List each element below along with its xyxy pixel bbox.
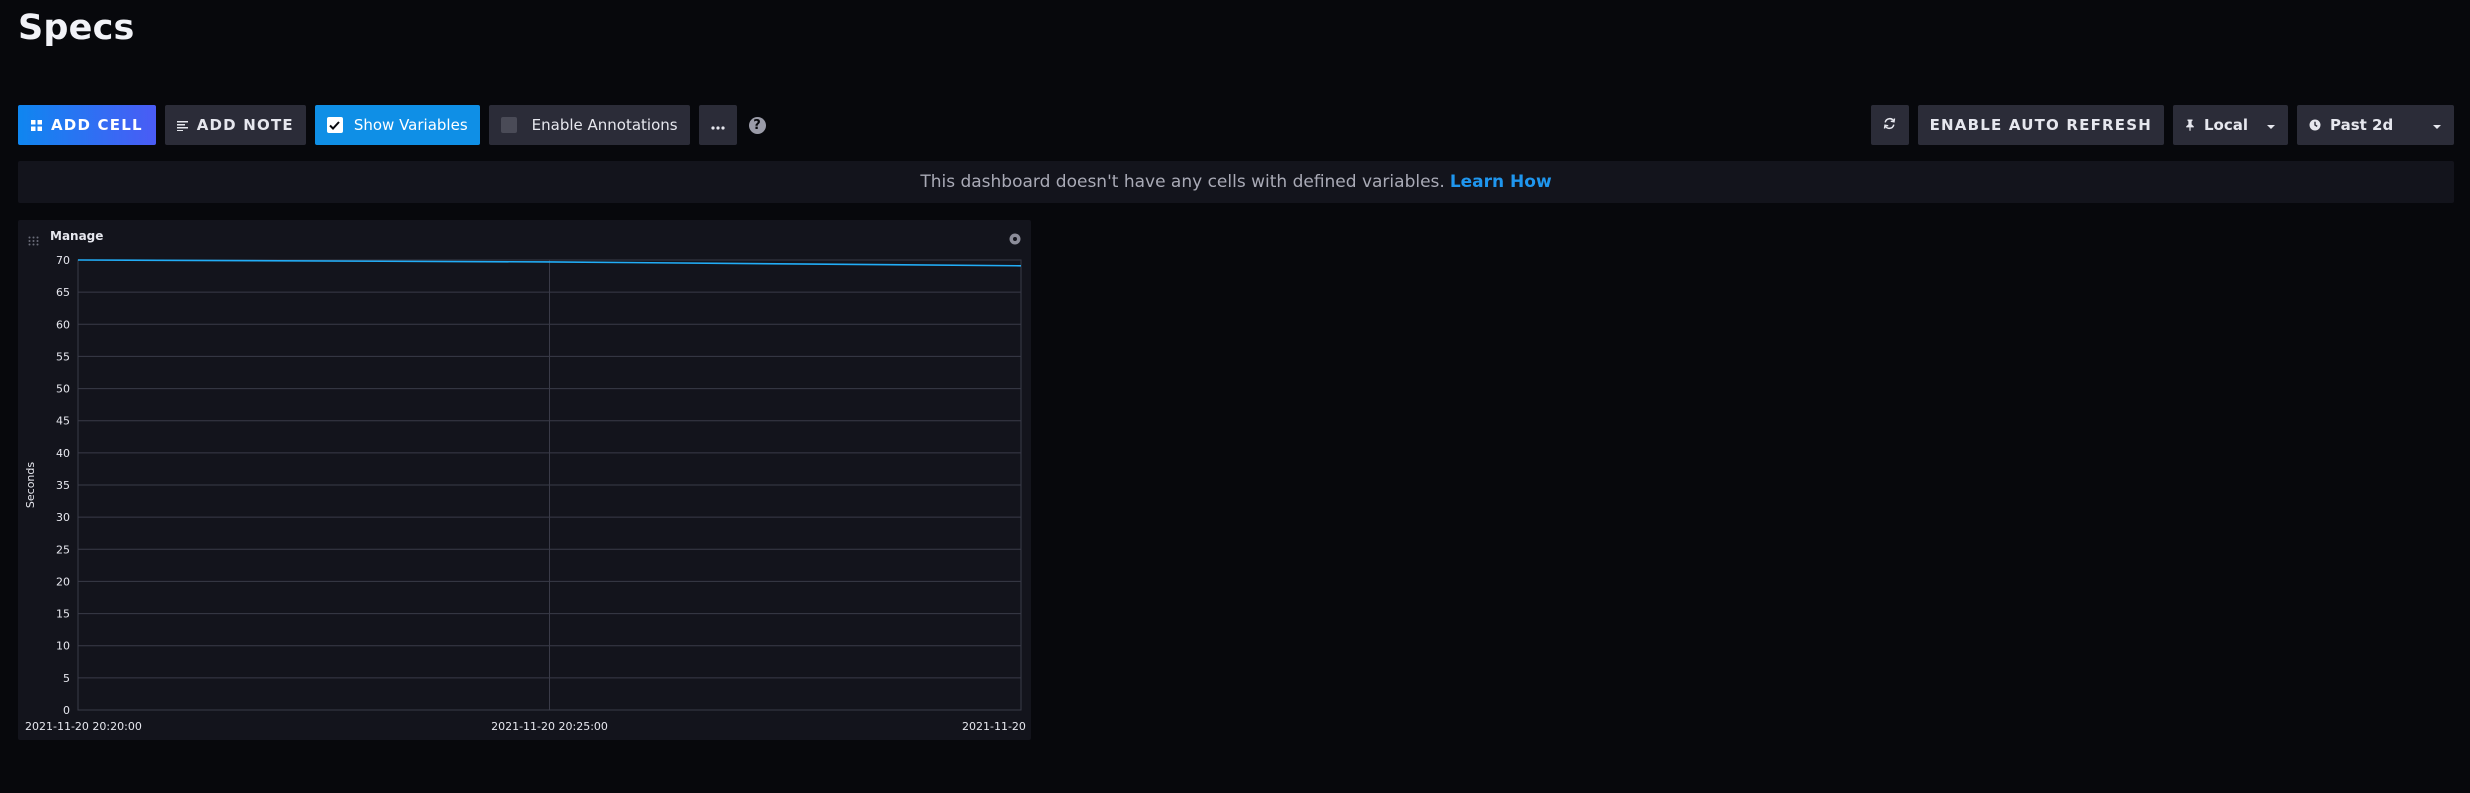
y-tick-label: 65 bbox=[56, 286, 70, 299]
show-variables-toggle[interactable]: Show Variables bbox=[314, 105, 480, 145]
y-axis-label: Seconds bbox=[24, 462, 37, 508]
dashboard-cell: 0 5 10 15 20 25 30 35 40 45 50 55 60 65 70 2021-11-20 2… bbox=[18, 220, 1031, 740]
variables-notice-text: This dashboard doesn't have any cells wi… bbox=[920, 172, 1445, 192]
y-tick-label: 30 bbox=[56, 511, 70, 524]
y-tick-label: 0 bbox=[63, 704, 70, 717]
y-tick-label: 15 bbox=[56, 608, 70, 621]
question-icon[interactable]: ? bbox=[748, 116, 766, 134]
dashboard-toolbar: ADD CELL ADD NOTE Show Variables Enable … bbox=[18, 105, 2454, 145]
ellipsis-icon bbox=[710, 116, 725, 134]
x-tick-label: 2021-11-20 bbox=[962, 720, 1026, 733]
cell-header: Manage bbox=[18, 220, 1031, 252]
y-tick-label: 70 bbox=[56, 254, 70, 267]
add-cell-label: ADD CELL bbox=[51, 116, 143, 134]
grid-icon bbox=[31, 119, 42, 131]
time-range-dropdown[interactable]: Past 2d bbox=[2297, 105, 2454, 145]
add-note-button[interactable]: ADD NOTE bbox=[164, 105, 306, 145]
learn-how-link[interactable]: Learn How bbox=[1450, 172, 1552, 192]
note-lines-icon bbox=[176, 120, 188, 131]
more-options-button[interactable] bbox=[698, 105, 737, 145]
toolbar-right: ENABLE AUTO REFRESH Local Past 2d bbox=[1870, 105, 2454, 145]
time-range-label: Past 2d bbox=[2330, 116, 2394, 134]
chevron-down-icon bbox=[2432, 116, 2442, 134]
add-note-label: ADD NOTE bbox=[196, 116, 294, 134]
refresh-button[interactable] bbox=[1870, 105, 1909, 145]
toolbar-left: ADD CELL ADD NOTE Show Variables Enable … bbox=[18, 105, 766, 145]
enable-auto-refresh-button[interactable]: ENABLE AUTO REFRESH bbox=[1917, 105, 2164, 145]
y-tick-label: 35 bbox=[56, 479, 70, 492]
y-tick-label: 20 bbox=[56, 575, 70, 588]
refresh-icon bbox=[1883, 116, 1896, 134]
pin-icon bbox=[2185, 119, 2195, 131]
y-tick-label: 25 bbox=[56, 543, 70, 556]
cell-context-menu-icon[interactable] bbox=[1009, 230, 1021, 249]
page-title: Specs bbox=[18, 8, 135, 48]
chevron-down-icon bbox=[2266, 116, 2276, 134]
x-tick-label: 2021-11-20 20:20:00 bbox=[25, 720, 142, 733]
variables-notice: This dashboard doesn't have any cells wi… bbox=[18, 161, 2454, 203]
enable-annotations-checkbox[interactable] bbox=[500, 117, 517, 133]
line-chart: 0 5 10 15 20 25 30 35 40 45 50 55 60 65 70 2021-11-20 2… bbox=[24, 254, 1026, 733]
show-variables-label: Show Variables bbox=[353, 116, 468, 134]
timezone-dropdown[interactable]: Local bbox=[2173, 105, 2288, 145]
clock-icon bbox=[2309, 119, 2321, 131]
y-tick-label: 5 bbox=[63, 672, 70, 685]
y-tick-label: 55 bbox=[56, 350, 70, 363]
y-tick-label: 60 bbox=[56, 318, 70, 331]
checkmark-icon bbox=[329, 120, 341, 130]
cell-title: Manage bbox=[50, 229, 104, 243]
y-tick-label: 50 bbox=[56, 383, 70, 396]
show-variables-checkbox[interactable] bbox=[326, 117, 343, 133]
y-tick-label: 10 bbox=[56, 640, 70, 653]
timezone-label: Local bbox=[2204, 116, 2249, 134]
drag-handle-icon[interactable] bbox=[28, 231, 39, 250]
add-cell-button[interactable]: ADD CELL bbox=[18, 105, 156, 145]
enable-annotations-label: Enable Annotations bbox=[531, 116, 678, 134]
enable-annotations-toggle[interactable]: Enable Annotations bbox=[488, 105, 690, 145]
auto-refresh-label: ENABLE AUTO REFRESH bbox=[1929, 116, 2152, 134]
y-tick-label: 40 bbox=[56, 447, 70, 460]
y-tick-label: 45 bbox=[56, 415, 70, 428]
x-tick-label: 2021-11-20 20:25:00 bbox=[491, 720, 608, 733]
